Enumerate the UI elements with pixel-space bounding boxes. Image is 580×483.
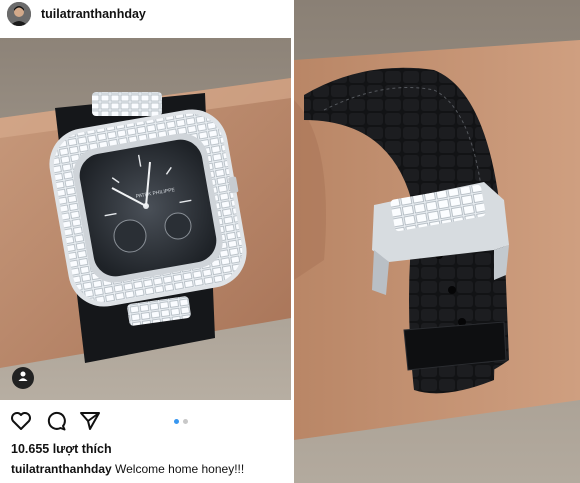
caption-username[interactable]: tuilatranthanhday	[11, 462, 112, 476]
caption-text: Welcome home honey!!!	[111, 462, 245, 476]
heart-icon[interactable]	[10, 411, 32, 431]
carousel-dot	[174, 419, 179, 424]
user-tag-icon	[17, 369, 29, 387]
clasp-photo	[294, 0, 580, 483]
action-bar	[0, 405, 291, 435]
post-photo[interactable]: PATEK PHILIPPE	[0, 38, 291, 400]
carousel-indicator	[174, 419, 188, 424]
instagram-post: tuilatranthanhday PATEK PHILIPPE 10.655 …	[0, 0, 291, 483]
comment-icon[interactable]	[45, 411, 67, 431]
share-icon[interactable]	[79, 411, 101, 431]
avatar[interactable]	[7, 2, 31, 26]
caption: tuilatranthanhday Welcome home honey!!!	[11, 462, 244, 476]
username[interactable]: tuilatranthanhday	[41, 7, 146, 21]
likes-count[interactable]: 10.655 lượt thích	[11, 442, 112, 456]
post-header: tuilatranthanhday	[0, 0, 291, 28]
user-tag-button[interactable]	[12, 367, 34, 389]
screenshot-root: tuilatranthanhday PATEK PHILIPPE 10.655 …	[0, 0, 580, 483]
carousel-dot	[183, 419, 188, 424]
